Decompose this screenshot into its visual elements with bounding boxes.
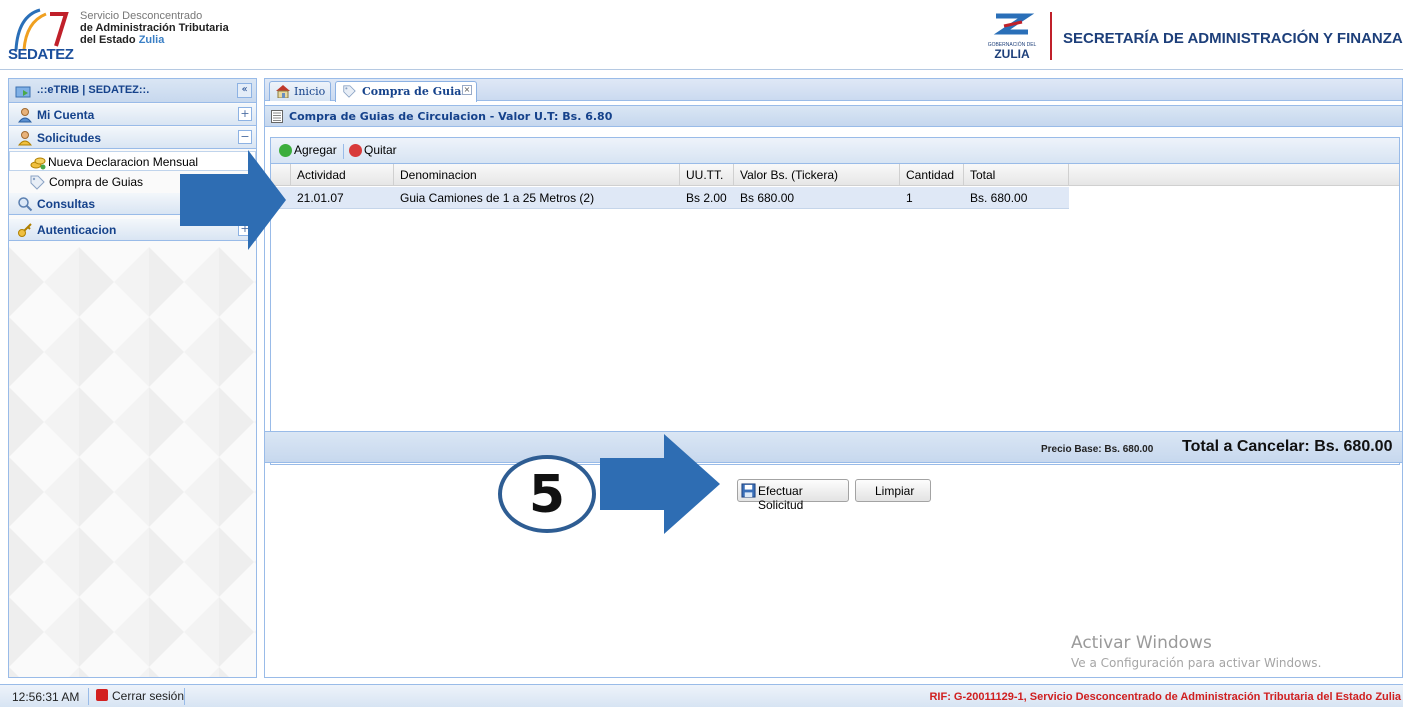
status-bar: 12:56:31 AM Cerrar sesión RIF: G-2001112… (0, 684, 1403, 707)
sidebar-title-bar: .::eTRIB | SEDATEZ::. « (9, 79, 256, 103)
main-panel: Inicio Compra de Guias × Compra de Guias… (264, 78, 1403, 678)
cell-valor: Bs 680.00 (740, 191, 795, 205)
tab-inicio[interactable]: Inicio (269, 81, 331, 101)
expand-icon[interactable]: + (238, 107, 252, 121)
column-header[interactable]: Denominacion (394, 164, 680, 186)
collapse-icon[interactable]: − (238, 130, 252, 144)
header: SEDATEZ Servicio Desconcentrado de Admin… (0, 0, 1403, 70)
cell-cantidad: 1 (906, 191, 913, 205)
form-icon (271, 110, 283, 123)
key-icon (18, 223, 32, 237)
coins-icon (30, 157, 46, 170)
add-button[interactable]: Agregar (279, 143, 339, 159)
precio-base: Precio Base: Bs. 680.00 (1041, 444, 1154, 455)
cerrar-sesion-label: Cerrar sesión (112, 689, 185, 703)
home-icon (276, 85, 290, 98)
tab-label: Compra de Guias (362, 85, 468, 98)
user-icon (17, 108, 33, 123)
cell-denominacion: Guia Camiones de 1 a 25 Metros (2) (400, 191, 595, 205)
form-title: Compra de Guias de Circulacion - Valor U… (289, 110, 613, 123)
org-name-line1: Servicio Desconcentrado (80, 10, 203, 22)
tab-strip: Inicio Compra de Guias × (265, 79, 1402, 102)
org-name-line2: de Administración Tributaria (80, 22, 229, 34)
save-icon (741, 483, 756, 498)
section-mi-cuenta[interactable]: Mi Cuenta + (9, 104, 256, 126)
remove-button-label: Quitar (364, 143, 397, 157)
add-button-label: Agregar (294, 143, 337, 157)
column-header[interactable]: Cantidad (900, 164, 964, 186)
grid-toolbar: Agregar Quitar (271, 138, 1399, 164)
app-folder-icon (15, 86, 31, 98)
form-title-bar: Compra de Guias de Circulacion - Valor U… (265, 105, 1402, 127)
totals-bar: Precio Base: Bs. 680.00 Total a Cancelar… (265, 431, 1402, 463)
header-divider (1050, 12, 1052, 60)
secretaria-title: SECRETARÍA DE ADMINISTRACIÓN Y FINANZAS (1063, 30, 1403, 47)
watermark-line1: Activar Windows (1071, 633, 1212, 653)
status-separator (88, 688, 89, 705)
sidebar-title: .::eTRIB | SEDATEZ::. (37, 84, 150, 96)
tag-icon (343, 85, 356, 98)
efectuar-solicitud-button[interactable]: Efectuar Solicitud (737, 479, 849, 512)
remove-icon (349, 144, 362, 157)
efectuar-solicitud-label: Efectuar Solicitud (758, 484, 804, 512)
windows-activation-watermark: Activar Windows Ve a Configuración para … (1071, 633, 1321, 670)
column-header[interactable]: Total (964, 164, 1069, 186)
tab-compra-guias[interactable]: Compra de Guias × (335, 81, 477, 102)
section-label: Solicitudes (37, 131, 102, 145)
org-name: Servicio Desconcentrado de Administració… (80, 10, 229, 46)
clock: 12:56:31 AM (12, 690, 80, 704)
total-a-cancelar: Total a Cancelar: Bs. 680.00 (1182, 438, 1393, 455)
sidebar-background-pattern (9, 247, 256, 677)
org-name-line3-prefix: del Estado (80, 34, 136, 46)
gobernacion-zulia-logo-icon: GOBERNACIÓN DEL ZULIA (988, 13, 1037, 61)
limpiar-label: Limpiar (875, 484, 915, 498)
column-header[interactable]: UU.TT. (680, 164, 734, 186)
limpiar-button[interactable]: Limpiar (855, 479, 931, 502)
remove-button[interactable]: Quitar (349, 143, 399, 159)
table-row[interactable]: 21.01.07 Guia Camiones de 1 a 25 Metros … (271, 187, 1069, 209)
cell-uutt: Bs 2.00 (686, 191, 727, 205)
cell-total: Bs. 680.00 (970, 191, 1028, 205)
section-solicitudes[interactable]: Solicitudes − (9, 127, 256, 149)
pointer-arrow-icon (180, 150, 286, 250)
section-label: Autenticacion (37, 223, 117, 237)
toolbar-separator (343, 144, 344, 159)
right-logo-big-text: ZULIA (994, 47, 1030, 61)
grid-header: Actividad Denominacion UU.TT. Valor Bs. … (271, 164, 1399, 186)
collapse-sidebar-button[interactable]: « (237, 83, 252, 98)
power-icon (96, 689, 108, 701)
sidebar-item-label: Compra de Guias (49, 175, 144, 189)
status-separator (184, 688, 185, 705)
section-label: Mi Cuenta (37, 108, 95, 122)
cell-actividad: 21.01.07 (297, 191, 344, 205)
step-number: 5 (528, 465, 566, 525)
close-tab-icon[interactable]: × (462, 85, 472, 95)
guias-grid: Agregar Quitar Actividad Denominacion UU… (270, 137, 1400, 465)
tab-label: Inicio (294, 85, 326, 98)
step-arrow-icon (600, 434, 720, 534)
user-lock-icon (17, 131, 33, 146)
tag-icon (30, 175, 45, 190)
rif-footer: RIF: G-20011129-1, Servicio Desconcentra… (929, 691, 1401, 703)
column-header[interactable]: Actividad (291, 164, 394, 186)
search-icon (18, 197, 33, 212)
app-root: SEDATEZ Servicio Desconcentrado de Admin… (0, 0, 1403, 707)
column-header[interactable]: Valor Bs. (Tickera) (734, 164, 900, 186)
watermark-line2: Ve a Configuración para activar Windows. (1071, 656, 1322, 670)
brand-name: SEDATEZ (8, 46, 74, 63)
step-number-badge: 5 (498, 455, 596, 533)
org-name-line3: del Estado Zulia (80, 34, 229, 46)
org-name-line3-suffix: Zulia (138, 34, 165, 46)
section-label: Consultas (37, 197, 96, 211)
